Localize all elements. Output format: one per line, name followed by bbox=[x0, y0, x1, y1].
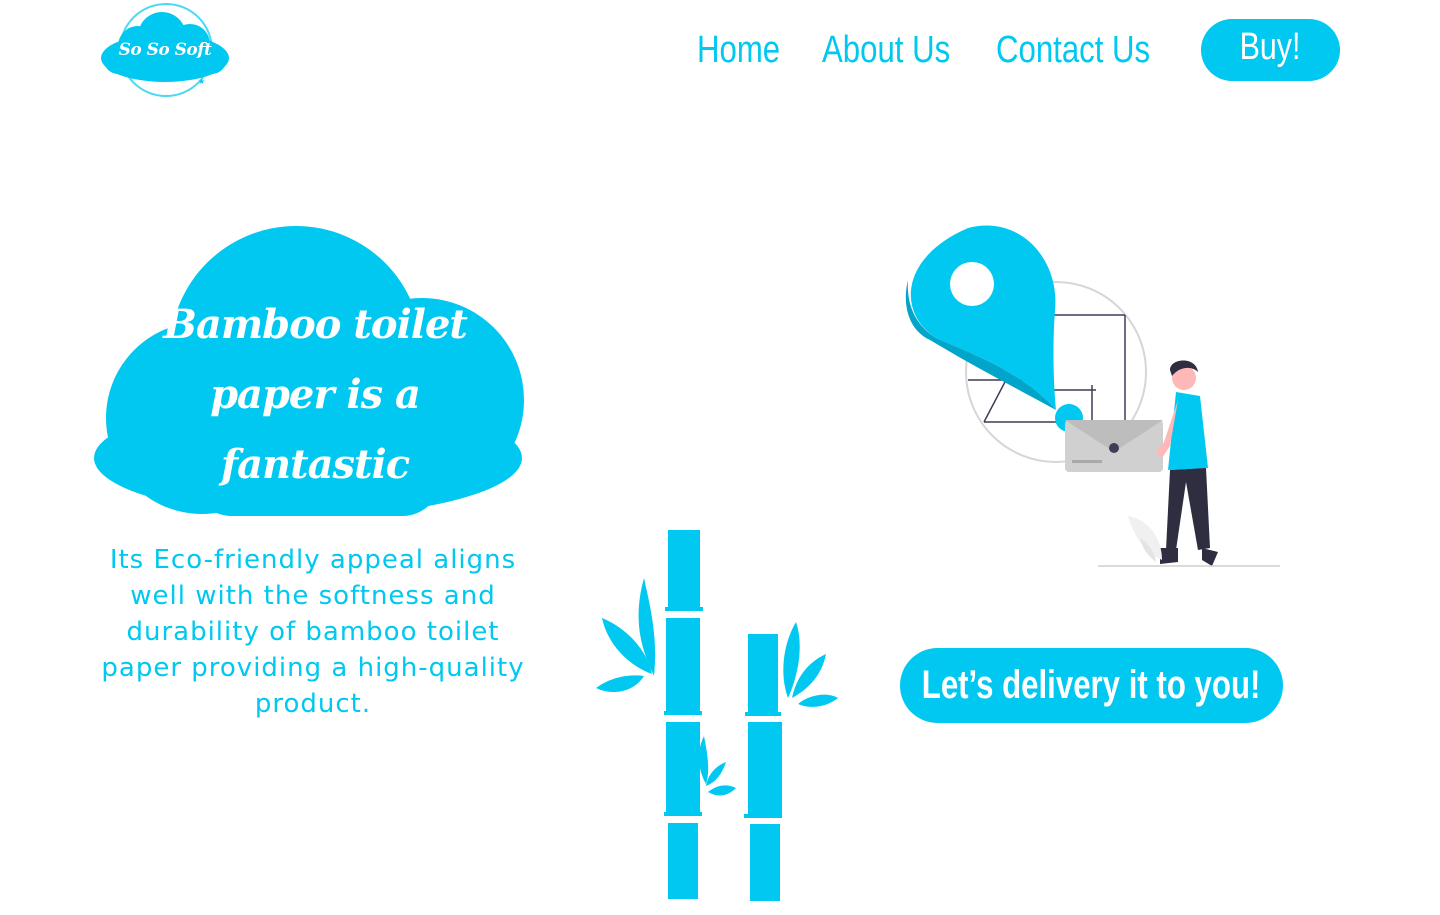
buy-button-label: Buy! bbox=[1240, 25, 1301, 68]
delivery-person-illustration bbox=[900, 220, 1290, 575]
hero-description: Its Eco-friendly appeal aligns well with… bbox=[101, 545, 525, 719]
bamboo-illustration bbox=[592, 526, 842, 906]
nav-home-link[interactable]: Home bbox=[697, 26, 780, 74]
nav-contact-link[interactable]: Contact Us bbox=[996, 26, 1150, 74]
delivery-cta-button[interactable]: Let’s delivery it to you! bbox=[900, 648, 1283, 723]
hero-title-line: paper is a fantastic bbox=[210, 371, 421, 488]
logo-text: So So Soft bbox=[118, 40, 212, 60]
nav-about-link[interactable]: About Us bbox=[822, 26, 950, 74]
svg-text:★: ★ bbox=[198, 77, 205, 86]
hero-title-line: Bamboo toilet bbox=[163, 301, 468, 348]
hero-title: Bamboo toilet paper is a fantastic produ… bbox=[130, 290, 500, 570]
delivery-cta-label: Let’s delivery it to you! bbox=[922, 663, 1261, 707]
logo[interactable]: ★ So So Soft bbox=[98, 2, 232, 100]
buy-button[interactable]: Buy! bbox=[1201, 19, 1340, 81]
